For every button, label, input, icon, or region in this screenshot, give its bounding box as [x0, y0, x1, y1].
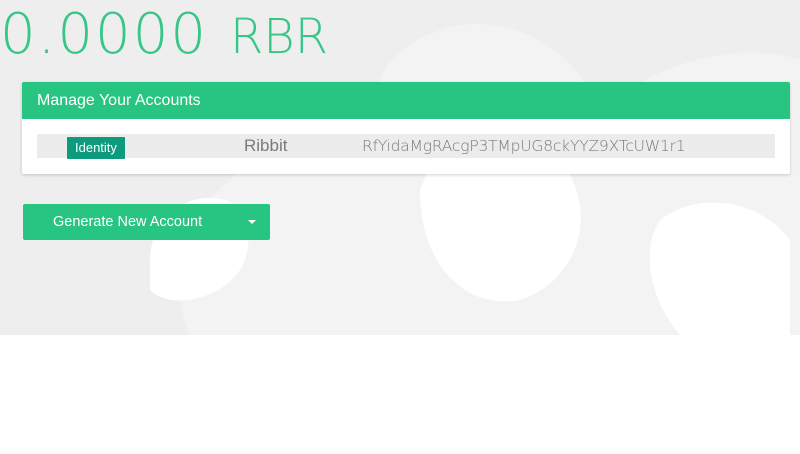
panel-title: Manage Your Accounts — [22, 82, 790, 119]
generate-account-button-group: Generate New Account — [23, 204, 270, 240]
account-row[interactable]: Identity Ribbit RfYidaMgRAcgP3TMpUG8ckYY… — [37, 134, 775, 159]
balance-display: 0.0000 RBR — [0, 2, 328, 68]
accounts-panel: Manage Your Accounts Identity Ribbit RfY… — [22, 82, 790, 174]
balance-amount: 0.0000 — [0, 2, 208, 67]
account-address: RfYidaMgRAcgP3TMpUG8ckYYZ9XTcUW1r1 — [362, 137, 686, 155]
generate-account-dropdown-toggle[interactable] — [234, 204, 270, 240]
account-name: Ribbit — [244, 136, 288, 155]
balance-unit: RBR — [229, 9, 329, 65]
caret-down-icon — [248, 220, 256, 224]
page: 0.0000 RBR Manage Your Accounts Identity… — [0, 0, 800, 454]
account-type-badge: Identity — [67, 137, 125, 159]
generate-account-button[interactable]: Generate New Account — [23, 204, 234, 240]
